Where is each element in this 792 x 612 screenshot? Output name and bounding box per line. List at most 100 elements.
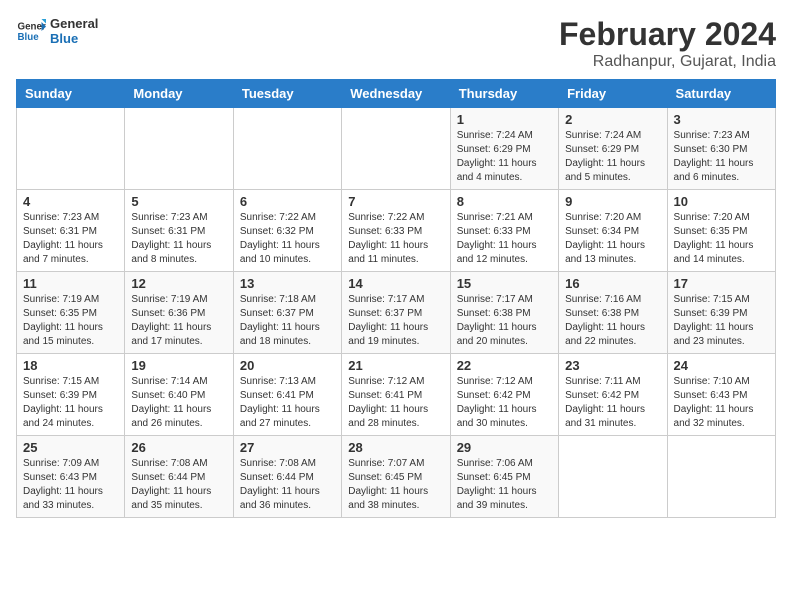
day-number: 18	[23, 358, 118, 373]
day-info: Sunrise: 7:13 AMSunset: 6:41 PMDaylight:…	[240, 375, 335, 431]
day-info: Sunrise: 7:17 AMSunset: 6:38 PMDaylight:…	[457, 293, 552, 349]
day-number: 8	[457, 194, 552, 209]
col-header-tuesday: Tuesday	[233, 80, 341, 108]
day-cell: 13Sunrise: 7:18 AMSunset: 6:37 PMDayligh…	[233, 272, 341, 354]
day-cell: 7 Sunrise: 7:22 AMSunset: 6:33 PMDaylight…	[342, 190, 450, 272]
day-number: 5	[131, 194, 226, 209]
day-number: 24	[674, 358, 769, 373]
day-number: 29	[457, 440, 552, 455]
calendar-header: SundayMondayTuesdayWednesdayThursdayFrid…	[17, 80, 776, 108]
day-number: 7	[348, 194, 443, 209]
logo: General Blue General Blue	[16, 16, 98, 46]
day-cell: 21Sunrise: 7:12 AMSunset: 6:41 PMDayligh…	[342, 354, 450, 436]
day-cell: 24 Sunrise: 7:10 AMSunset: 6:43 PMDayligh…	[667, 354, 775, 436]
day-number: 13	[240, 276, 335, 291]
day-info: Sunrise: 7:10 AMSunset: 6:43 PMDaylight:…	[674, 375, 769, 431]
day-cell	[233, 108, 341, 190]
day-number: 10	[674, 194, 769, 209]
day-info: Sunrise: 7:08 AMSunset: 6:44 PMDaylight:…	[131, 457, 226, 513]
day-info: Sunrise: 7:19 AMSunset: 6:36 PMDaylight:…	[131, 293, 226, 349]
day-cell: 22 Sunrise: 7:12 AMSunset: 6:42 PMDayligh…	[450, 354, 558, 436]
day-info: Sunrise: 7:23 AMSunset: 6:31 PMDaylight:…	[131, 211, 226, 267]
day-cell: 11 Sunrise: 7:19 AMSunset: 6:35 PMDayligh…	[17, 272, 125, 354]
day-cell: 18 Sunrise: 7:15 AMSunset: 6:39 PMDayligh…	[17, 354, 125, 436]
calendar-subtitle: Radhanpur, Gujarat, India	[559, 53, 776, 71]
day-cell	[559, 436, 667, 518]
title-area: February 2024 Radhanpur, Gujarat, India	[559, 16, 776, 71]
week-row-1: 1 Sunrise: 7:24 AMSunset: 6:29 PMDaylight…	[17, 108, 776, 190]
day-number: 20	[240, 358, 335, 373]
day-number: 3	[674, 112, 769, 127]
day-number: 17	[674, 276, 769, 291]
day-info: Sunrise: 7:09 AMSunset: 6:43 PMDaylight:…	[23, 457, 118, 513]
logo-icon: General Blue	[16, 16, 46, 46]
svg-text:Blue: Blue	[18, 32, 40, 43]
day-number: 26	[131, 440, 226, 455]
day-number: 21	[348, 358, 443, 373]
day-cell: 4Sunrise: 7:23 AMSunset: 6:31 PMDaylight…	[17, 190, 125, 272]
day-info: Sunrise: 7:17 AMSunset: 6:37 PMDaylight:…	[348, 293, 443, 349]
day-cell: 17 Sunrise: 7:15 AMSunset: 6:39 PMDayligh…	[667, 272, 775, 354]
day-cell: 1 Sunrise: 7:24 AMSunset: 6:29 PMDaylight…	[450, 108, 558, 190]
day-number: 1	[457, 112, 552, 127]
day-number: 22	[457, 358, 552, 373]
day-cell: 15Sunrise: 7:17 AMSunset: 6:38 PMDayligh…	[450, 272, 558, 354]
day-info: Sunrise: 7:22 AMSunset: 6:33 PMDaylight:…	[348, 211, 443, 267]
day-cell: 12 Sunrise: 7:19 AMSunset: 6:36 PMDayligh…	[125, 272, 233, 354]
week-row-3: 11 Sunrise: 7:19 AMSunset: 6:35 PMDayligh…	[17, 272, 776, 354]
day-info: Sunrise: 7:15 AMSunset: 6:39 PMDaylight:…	[23, 375, 118, 431]
day-info: Sunrise: 7:14 AMSunset: 6:40 PMDaylight:…	[131, 375, 226, 431]
col-header-monday: Monday	[125, 80, 233, 108]
day-cell: 10 Sunrise: 7:20 AMSunset: 6:35 PMDayligh…	[667, 190, 775, 272]
day-info: Sunrise: 7:07 AMSunset: 6:45 PMDaylight:…	[348, 457, 443, 513]
day-info: Sunrise: 7:23 AMSunset: 6:31 PMDaylight:…	[23, 211, 118, 267]
day-cell	[125, 108, 233, 190]
col-header-wednesday: Wednesday	[342, 80, 450, 108]
day-cell: 27 Sunrise: 7:08 AMSunset: 6:44 PMDayligh…	[233, 436, 341, 518]
day-number: 9	[565, 194, 660, 209]
day-cell: 23 Sunrise: 7:11 AMSunset: 6:42 PMDayligh…	[559, 354, 667, 436]
day-info: Sunrise: 7:08 AMSunset: 6:44 PMDaylight:…	[240, 457, 335, 513]
day-cell: 29 Sunrise: 7:06 AMSunset: 6:45 PMDayligh…	[450, 436, 558, 518]
week-row-4: 18 Sunrise: 7:15 AMSunset: 6:39 PMDayligh…	[17, 354, 776, 436]
col-header-sunday: Sunday	[17, 80, 125, 108]
day-info: Sunrise: 7:11 AMSunset: 6:42 PMDaylight:…	[565, 375, 660, 431]
day-number: 19	[131, 358, 226, 373]
col-header-thursday: Thursday	[450, 80, 558, 108]
day-info: Sunrise: 7:24 AMSunset: 6:29 PMDaylight:…	[457, 129, 552, 185]
day-info: Sunrise: 7:21 AMSunset: 6:33 PMDaylight:…	[457, 211, 552, 267]
day-info: Sunrise: 7:15 AMSunset: 6:39 PMDaylight:…	[674, 293, 769, 349]
day-cell: 5 Sunrise: 7:23 AMSunset: 6:31 PMDaylight…	[125, 190, 233, 272]
day-cell: 2Sunrise: 7:24 AMSunset: 6:29 PMDaylight…	[559, 108, 667, 190]
day-number: 14	[348, 276, 443, 291]
day-info: Sunrise: 7:20 AMSunset: 6:35 PMDaylight:…	[674, 211, 769, 267]
logo-general: General	[50, 16, 98, 31]
day-cell: 16Sunrise: 7:16 AMSunset: 6:38 PMDayligh…	[559, 272, 667, 354]
day-info: Sunrise: 7:06 AMSunset: 6:45 PMDaylight:…	[457, 457, 552, 513]
day-number: 6	[240, 194, 335, 209]
day-number: 11	[23, 276, 118, 291]
day-cell	[17, 108, 125, 190]
day-number: 27	[240, 440, 335, 455]
day-info: Sunrise: 7:12 AMSunset: 6:42 PMDaylight:…	[457, 375, 552, 431]
day-cell: 6 Sunrise: 7:22 AMSunset: 6:32 PMDaylight…	[233, 190, 341, 272]
day-number: 28	[348, 440, 443, 455]
day-info: Sunrise: 7:20 AMSunset: 6:34 PMDaylight:…	[565, 211, 660, 267]
header: General Blue General Blue February 2024 …	[16, 16, 776, 71]
day-info: Sunrise: 7:22 AMSunset: 6:32 PMDaylight:…	[240, 211, 335, 267]
day-cell: 26 Sunrise: 7:08 AMSunset: 6:44 PMDayligh…	[125, 436, 233, 518]
day-cell	[342, 108, 450, 190]
day-number: 2	[565, 112, 660, 127]
day-number: 12	[131, 276, 226, 291]
week-row-2: 4Sunrise: 7:23 AMSunset: 6:31 PMDaylight…	[17, 190, 776, 272]
day-cell: 20 Sunrise: 7:13 AMSunset: 6:41 PMDayligh…	[233, 354, 341, 436]
day-number: 16	[565, 276, 660, 291]
day-number: 23	[565, 358, 660, 373]
logo-blue: Blue	[50, 31, 98, 46]
calendar-table: SundayMondayTuesdayWednesdayThursdayFrid…	[16, 79, 776, 518]
day-cell: 14 Sunrise: 7:17 AMSunset: 6:37 PMDayligh…	[342, 272, 450, 354]
day-cell: 28 Sunrise: 7:07 AMSunset: 6:45 PMDayligh…	[342, 436, 450, 518]
day-info: Sunrise: 7:19 AMSunset: 6:35 PMDaylight:…	[23, 293, 118, 349]
day-number: 25	[23, 440, 118, 455]
week-row-5: 25 Sunrise: 7:09 AMSunset: 6:43 PMDayligh…	[17, 436, 776, 518]
